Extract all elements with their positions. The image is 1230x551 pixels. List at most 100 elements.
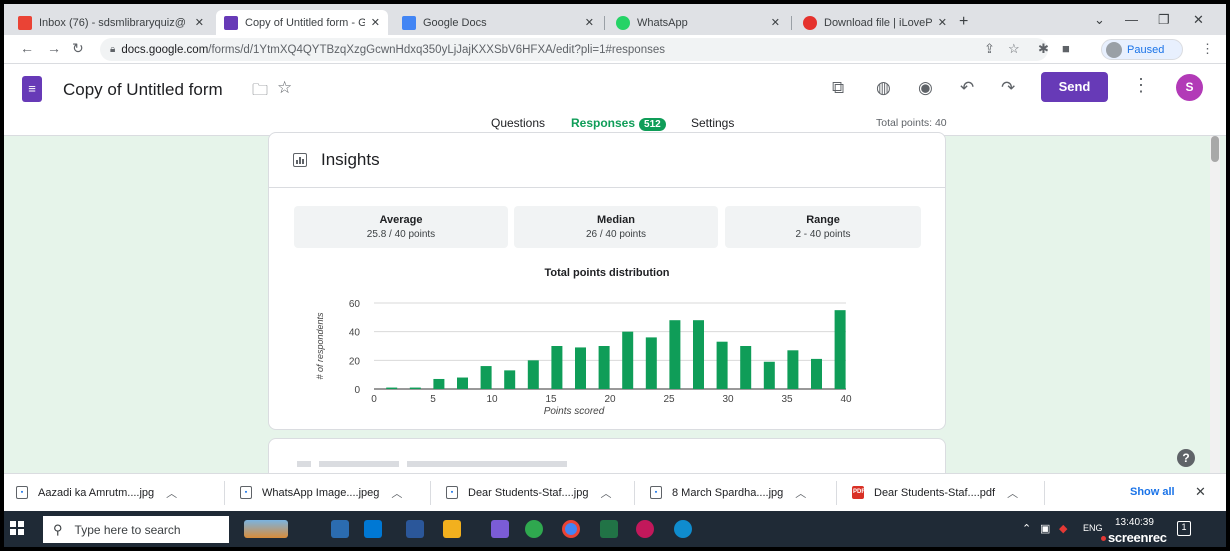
reload-icon[interactable]: ↻ (72, 40, 84, 57)
preview-eye-icon[interactable]: ◉ (918, 78, 933, 98)
chevron-up-icon[interactable]: ︿ (166, 485, 177, 501)
x-tick-label: 25 (663, 394, 675, 405)
palette-icon[interactable]: ◍ (876, 78, 891, 98)
next-question-card (268, 438, 946, 478)
show-all-downloads-link[interactable]: Show all (1130, 486, 1175, 498)
bar (551, 346, 563, 389)
bar (433, 378, 445, 389)
tab-settings[interactable]: Settings (691, 116, 734, 130)
download-item[interactable]: ▪ 8 March Spardha....jpg ︿ (650, 474, 806, 511)
tab-whatsapp[interactable]: WhatsApp ✕ (608, 10, 788, 35)
new-tab-button[interactable]: + (959, 13, 968, 31)
bar (763, 361, 775, 389)
notifications-icon[interactable]: 1 (1177, 521, 1191, 536)
x-tick-label: 20 (604, 394, 616, 405)
back-icon[interactable]: ← (20, 40, 34, 56)
more-options-icon[interactable]: ⋮ (1132, 75, 1150, 96)
close-icon[interactable]: ✕ (771, 16, 780, 29)
windows-taskbar: ⚲ Type here to search ⌃ ▣ ◆ ENG 13:40:39… (4, 511, 1226, 547)
url-host: docs.google.com (121, 43, 209, 56)
language-indicator[interactable]: ENG (1083, 523, 1103, 533)
addon-puzzle-icon[interactable]: ⧉ (832, 78, 844, 98)
chrome-icon[interactable] (562, 520, 580, 538)
stat-range: Range 2 - 40 points (725, 206, 921, 248)
tab-search-icon[interactable]: ⌄ (1094, 12, 1105, 28)
stat-label: Median (597, 214, 635, 226)
taskbar-search-input[interactable]: ⚲ Type here to search (43, 516, 229, 543)
folder-icon[interactable]: 🗀︎ (252, 79, 268, 106)
divider (269, 187, 945, 188)
sidepanel-icon[interactable]: ■ (1062, 41, 1070, 56)
bar (693, 320, 704, 389)
browser-menu-icon[interactable]: ⋮ (1201, 41, 1214, 57)
download-item[interactable]: ▪ Aazadi ka Amrutm....jpg ︿ (16, 474, 177, 511)
tab-questions[interactable]: Questions (491, 116, 545, 130)
redo-icon[interactable]: ↷ (1001, 78, 1015, 98)
bar (527, 360, 539, 389)
extensions-icon[interactable]: ✱ (1038, 41, 1049, 57)
tab-forms[interactable]: Copy of Untitled form - Goog ✕ (216, 10, 388, 35)
tab-docs[interactable]: Google Docs ✕ (394, 10, 602, 35)
antivirus-icon[interactable]: ◆ (1059, 522, 1067, 535)
y-tick-label: 40 (349, 328, 361, 339)
close-icon[interactable]: ✕ (938, 16, 947, 29)
app-icon[interactable] (525, 520, 543, 538)
forms-logo-icon[interactable]: ≡ (22, 76, 42, 102)
forward-icon[interactable]: → (47, 40, 61, 56)
help-icon[interactable]: ? (1177, 449, 1195, 467)
clock[interactable]: 13:40:39 (1115, 517, 1154, 528)
bar (409, 387, 421, 389)
avatar[interactable]: S (1176, 74, 1203, 101)
restore-button[interactable]: ❐ (1158, 12, 1170, 28)
edge-icon[interactable] (674, 520, 692, 538)
file-explorer-icon[interactable] (443, 520, 461, 538)
tab-responses[interactable]: Responses 512 (571, 116, 666, 131)
close-icon[interactable]: ✕ (371, 16, 380, 29)
stat-value: 26 / 40 points (585, 229, 647, 240)
download-item[interactable]: PDF Dear Students-Staf....pdf ︿ (852, 474, 1018, 511)
divider (1044, 481, 1045, 505)
undo-icon[interactable]: ↶ (960, 78, 974, 98)
task-view-icon[interactable] (331, 520, 349, 538)
minimize-button[interactable]: — (1125, 12, 1138, 27)
excel-icon[interactable] (600, 520, 618, 538)
chevron-up-icon[interactable]: ︿ (795, 485, 806, 501)
forms-icon (224, 15, 238, 30)
tab-separator (604, 16, 605, 30)
scrollbar-thumb[interactable] (1211, 136, 1219, 162)
close-icon[interactable]: ✕ (585, 16, 594, 29)
word-icon[interactable] (406, 520, 424, 538)
bookmark-star-icon[interactable]: ☆ (1008, 41, 1020, 57)
windows-start-icon[interactable] (10, 521, 24, 535)
bar (740, 346, 752, 389)
close-icon[interactable]: ✕ (195, 16, 204, 29)
app-icon[interactable] (636, 520, 654, 538)
mail-app-icon[interactable] (364, 520, 382, 538)
app-icon[interactable] (491, 520, 509, 538)
bar (457, 377, 468, 389)
image-file-icon: ▪ (650, 486, 662, 499)
address-bar[interactable]: 🔒︎ docs.google.com/forms/d/1YtmXQ4QYTBzq… (100, 38, 1048, 61)
stat-value: 25.8 / 40 points (366, 229, 436, 240)
share-icon[interactable]: ⇪ (984, 41, 995, 57)
chevron-up-icon[interactable]: ︿ (1007, 485, 1018, 501)
send-button[interactable]: Send (1041, 72, 1108, 102)
download-item[interactable]: ▪ Dear Students-Staf....jpg ︿ (446, 474, 611, 511)
scrollbar-track[interactable] (1210, 136, 1220, 473)
chevron-up-icon[interactable]: ︿ (600, 485, 611, 501)
profile-paused-button[interactable]: Paused (1101, 39, 1183, 60)
download-filename: Aazadi ka Amrutm....jpg (38, 486, 155, 499)
tab-gmail[interactable]: Inbox (76) - sdsmlibraryquiz@ ✕ (10, 10, 212, 35)
form-title[interactable]: Copy of Untitled form (63, 80, 223, 100)
stat-value: 2 - 40 points (795, 229, 851, 240)
news-widget-icon[interactable] (244, 520, 288, 538)
screen: Inbox (76) - sdsmlibraryquiz@ ✕ Copy of … (4, 4, 1226, 547)
chevron-up-icon[interactable]: ︿ (391, 485, 402, 501)
download-item[interactable]: ▪ WhatsApp Image....jpeg ︿ (240, 474, 402, 511)
chevron-up-icon[interactable]: ⌃ (1022, 522, 1031, 535)
close-window-button[interactable]: ✕ (1193, 12, 1204, 28)
star-icon[interactable]: ☆ (277, 78, 292, 98)
network-icon[interactable]: ▣ (1040, 522, 1050, 535)
close-shelf-icon[interactable]: ✕ (1195, 484, 1206, 500)
tab-ilovepdf[interactable]: Download file | iLovePDF ✕ (795, 10, 955, 35)
